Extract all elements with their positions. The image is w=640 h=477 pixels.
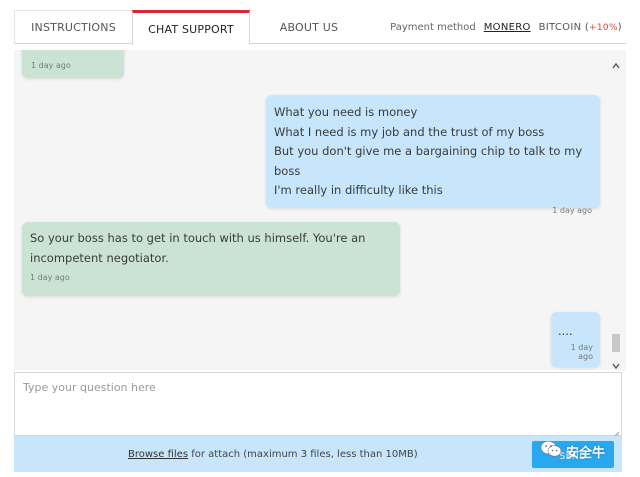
tab-bar: INSTRUCTIONS CHAT SUPPORT ABOUT US Payme… (14, 10, 626, 45)
chat-message-outgoing: What you need is money What I need is my… (266, 95, 600, 215)
wechat-icon (540, 440, 562, 462)
bitcoin-bonus: +10% (589, 23, 618, 33)
chat-message-incoming: 1 day ago (22, 50, 124, 78)
tab-about-us[interactable]: ABOUT US (250, 10, 368, 44)
message-line: But you don't give me a bargaining chip … (274, 144, 583, 178)
message-line: What you need is money (274, 105, 418, 119)
question-input[interactable] (14, 372, 622, 436)
attach-info: Browse files for attach (maximum 3 files… (128, 449, 418, 460)
tab-instructions[interactable]: INSTRUCTIONS (14, 10, 132, 44)
watermark: 安全牛 (540, 440, 605, 462)
message-time: 1 day ago (570, 343, 593, 361)
message-text: So your boss has to get in touch with us… (30, 229, 392, 268)
chat-scrollbar[interactable] (610, 60, 622, 372)
tab-chat-support[interactable]: CHAT SUPPORT (132, 10, 250, 45)
payment-bitcoin-option[interactable]: BITCOIN (+10%) (539, 22, 622, 33)
chat-message-outgoing: .... 1 day ago (551, 312, 600, 367)
message-time: 1 day ago (30, 273, 70, 282)
resize-grip-icon[interactable] (610, 424, 620, 439)
browse-files-link[interactable]: Browse files (128, 449, 188, 460)
message-line: I'm really in difficulty like this (274, 183, 443, 197)
message-time: 1 day ago (552, 205, 592, 215)
attach-limits: for attach (maximum 3 files, less than 1… (188, 449, 418, 460)
chat-message-incoming: So your boss has to get in touch with us… (22, 222, 400, 296)
payment-method-label: Payment method (390, 22, 476, 33)
payment-method: Payment method MONERO BITCOIN (+10%) (390, 22, 622, 33)
message-text: .... (558, 324, 593, 338)
bitcoin-label: BITCOIN (538, 22, 582, 33)
message-line: incompetent negotiator. (30, 250, 169, 265)
message-line: What I need is my job and the trust of m… (274, 124, 545, 139)
message-line: So your boss has to get in touch with us… (30, 231, 366, 245)
attach-footer: Browse files for attach (maximum 3 files… (14, 436, 622, 472)
payment-monero-option[interactable]: MONERO (484, 22, 531, 33)
message-line: .... (558, 324, 573, 338)
chat-history[interactable]: 1 day ago What you need is money What I … (14, 50, 626, 370)
chevron-down-icon[interactable] (610, 360, 622, 372)
message-text: What you need is money What I need is my… (274, 103, 592, 201)
bitcoin-bonus-close: ) (617, 22, 622, 33)
scrollbar-thumb[interactable] (612, 334, 620, 352)
message-time: 1 day ago (31, 61, 71, 70)
watermark-text: 安全牛 (566, 445, 606, 461)
chevron-up-icon[interactable] (610, 60, 622, 72)
